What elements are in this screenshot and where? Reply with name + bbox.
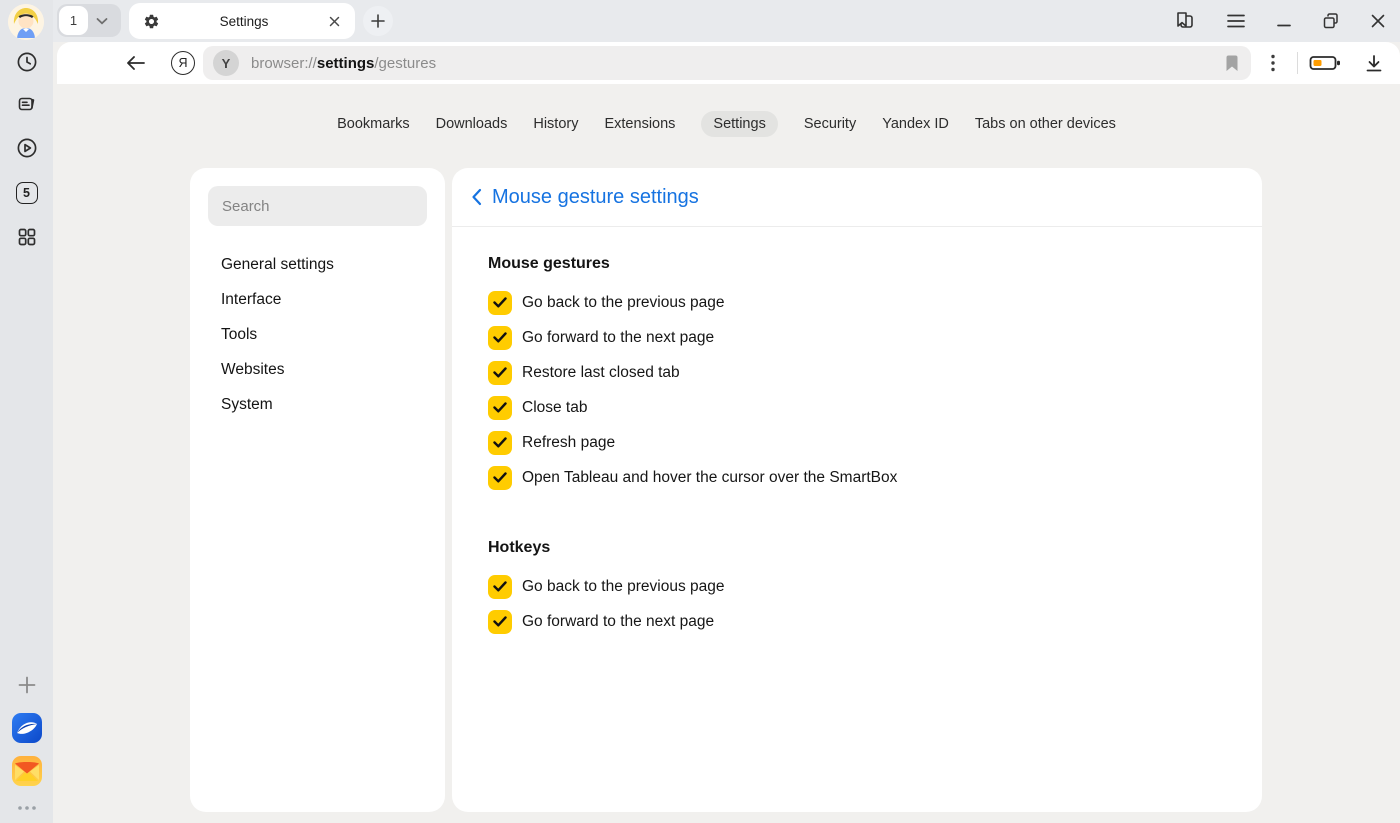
tab-stack-count: 5 xyxy=(16,182,38,204)
back-button[interactable] xyxy=(123,42,149,84)
gesture-settings-body: Mouse gestures Go back to the previous p… xyxy=(452,253,1262,639)
checkbox-checked[interactable] xyxy=(488,326,512,350)
browser-app-icon[interactable] xyxy=(11,712,43,744)
toolbar-divider xyxy=(1297,52,1298,74)
history-icon[interactable] xyxy=(14,49,40,75)
sidebar-item-interface[interactable]: Interface xyxy=(190,282,445,317)
nav-tab-bookmarks[interactable]: Bookmarks xyxy=(337,111,410,137)
site-badge-icon: Y xyxy=(213,50,239,76)
hotkey-row[interactable]: Go forward to the next page xyxy=(488,604,1262,639)
minimize-button[interactable] xyxy=(1276,13,1292,29)
battery-saver-button[interactable] xyxy=(1308,42,1342,84)
nav-tab-downloads[interactable]: Downloads xyxy=(436,111,508,137)
settings-section-list: General settings Interface Tools Website… xyxy=(190,247,445,422)
settings-nav: Bookmarks Downloads History Extensions S… xyxy=(53,111,1400,137)
plus-icon xyxy=(370,13,386,29)
browser-toolbar: Я Y browser://settings/gestures xyxy=(57,42,1400,84)
window-controls xyxy=(1174,0,1386,42)
url-host: settings xyxy=(317,55,375,72)
menu-button[interactable] xyxy=(1226,13,1246,29)
checkbox-checked[interactable] xyxy=(488,396,512,420)
mouse-gestures-list: Go back to the previous page Go forward … xyxy=(488,285,1262,495)
page-header: Mouse gesture settings xyxy=(452,168,1262,227)
side-rail: 5 xyxy=(0,0,53,823)
downloads-button[interactable] xyxy=(1364,42,1384,84)
nav-tab-other-devices[interactable]: Tabs on other devices xyxy=(975,111,1116,137)
feed-icon[interactable] xyxy=(14,92,40,118)
checkbox-checked[interactable] xyxy=(488,466,512,490)
nav-tab-extensions[interactable]: Extensions xyxy=(604,111,675,137)
nav-tab-yandex-id[interactable]: Yandex ID xyxy=(882,111,949,137)
bookmark-icon[interactable] xyxy=(1225,55,1239,77)
gesture-row[interactable]: Refresh page xyxy=(488,425,1262,460)
new-tab-button[interactable] xyxy=(363,6,393,36)
chevron-down-icon xyxy=(96,17,108,25)
sidebar-item-general-settings[interactable]: General settings xyxy=(190,247,445,282)
nav-tab-settings[interactable]: Settings xyxy=(701,111,777,137)
gesture-settings-card: Mouse gesture settings Mouse gestures Go… xyxy=(452,168,1262,812)
checkbox-checked[interactable] xyxy=(488,291,512,315)
url-prefix: browser:// xyxy=(251,55,317,72)
apps-grid-icon[interactable] xyxy=(14,224,40,250)
url-text: browser://settings/gestures xyxy=(251,55,436,72)
tab-close-icon[interactable] xyxy=(328,15,341,28)
gesture-row[interactable]: Go back to the previous page xyxy=(488,285,1262,320)
close-window-button[interactable] xyxy=(1370,13,1386,29)
add-panel-icon[interactable] xyxy=(14,672,40,698)
tab-stack-icon[interactable]: 5 xyxy=(14,180,40,206)
settings-page: Bookmarks Downloads History Extensions S… xyxy=(53,84,1400,823)
yandex-ya-icon: Я xyxy=(171,51,195,75)
arrow-left-icon xyxy=(125,54,147,72)
gesture-row[interactable]: Open Tableau and hover the cursor over t… xyxy=(488,460,1262,495)
video-play-icon[interactable] xyxy=(14,135,40,161)
rail-more-icon[interactable] xyxy=(14,795,40,821)
gesture-row[interactable]: Go forward to the next page xyxy=(488,320,1262,355)
battery-icon xyxy=(1309,54,1341,72)
nav-tab-history[interactable]: History xyxy=(533,111,578,137)
hotkeys-list: Go back to the previous page Go forward … xyxy=(488,569,1262,639)
kebab-icon xyxy=(1271,54,1275,72)
checkbox-checked[interactable] xyxy=(488,575,512,599)
back-chevron-icon[interactable] xyxy=(471,188,482,206)
download-icon xyxy=(1365,54,1383,73)
section-heading-mouse-gestures: Mouse gestures xyxy=(488,253,1262,275)
active-tab[interactable]: Settings xyxy=(129,3,355,39)
sidebar-item-websites[interactable]: Websites xyxy=(190,352,445,387)
search-input[interactable] xyxy=(208,186,427,226)
gesture-row[interactable]: Close tab xyxy=(488,390,1262,425)
sidebar-item-tools[interactable]: Tools xyxy=(190,317,445,352)
tab-group-control[interactable]: 1 xyxy=(57,4,121,37)
section-heading-hotkeys: Hotkeys xyxy=(488,537,1262,559)
tab-count-badge: 1 xyxy=(59,6,88,35)
hotkey-row[interactable]: Go back to the previous page xyxy=(488,569,1262,604)
checkbox-checked[interactable] xyxy=(488,610,512,634)
url-path: /gestures xyxy=(374,55,436,72)
tab-title: Settings xyxy=(160,14,328,29)
gesture-row[interactable]: Restore last closed tab xyxy=(488,355,1262,390)
maximize-button[interactable] xyxy=(1322,12,1340,30)
address-bar[interactable]: Y browser://settings/gestures xyxy=(203,46,1251,80)
settings-sidebar-card: General settings Interface Tools Website… xyxy=(190,168,445,812)
mail-app-icon[interactable] xyxy=(11,755,43,787)
checkbox-checked[interactable] xyxy=(488,431,512,455)
page-title[interactable]: Mouse gesture settings xyxy=(492,186,699,209)
yandex-home-button[interactable]: Я xyxy=(171,42,195,84)
profile-avatar[interactable] xyxy=(8,4,44,40)
more-options-button[interactable] xyxy=(1263,42,1283,84)
bookmarks-panel-button[interactable] xyxy=(1174,10,1196,32)
sidebar-item-system[interactable]: System xyxy=(190,387,445,422)
settings-gear-icon xyxy=(143,13,160,30)
checkbox-checked[interactable] xyxy=(488,361,512,385)
tab-strip: 1 Settings xyxy=(53,0,1400,42)
nav-tab-security[interactable]: Security xyxy=(804,111,856,137)
